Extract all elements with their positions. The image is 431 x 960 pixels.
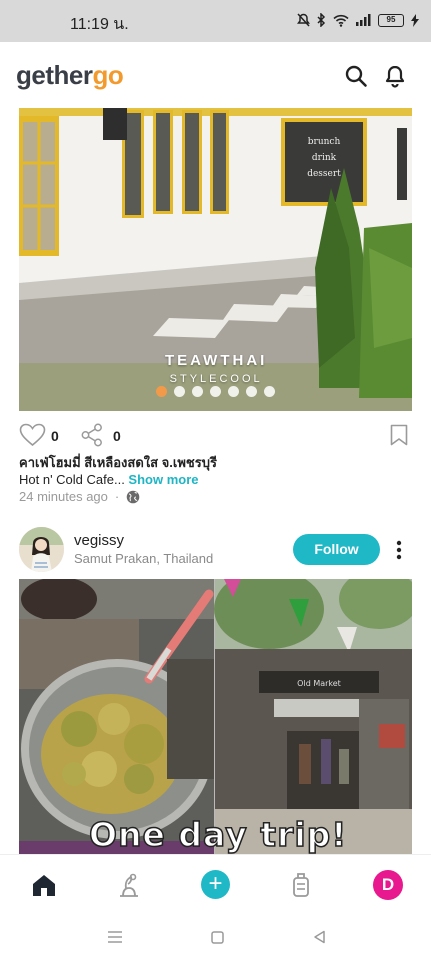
home-icon[interactable] bbox=[30, 871, 58, 899]
logo-text-go: go bbox=[92, 60, 124, 90]
status-time: 11:19 น. bbox=[70, 16, 129, 33]
carousel-dot[interactable] bbox=[264, 386, 275, 397]
bottom-nav: + D bbox=[0, 854, 431, 914]
trip-photo-collage: Old Market bbox=[19, 579, 412, 854]
watermark-line1: TEAWTHAI bbox=[165, 352, 268, 369]
post-image-collage[interactable]: Old Market One day trip! bbox=[19, 579, 412, 854]
status-bar: 11:19 น. 95 bbox=[0, 0, 431, 42]
share-count: 0 bbox=[113, 428, 121, 444]
post-actions: 0 0 bbox=[19, 421, 412, 451]
bluetooth-icon bbox=[317, 13, 326, 27]
signal-icon bbox=[356, 14, 371, 26]
bookmark-icon[interactable] bbox=[390, 424, 408, 446]
add-post-button[interactable]: + bbox=[201, 870, 230, 899]
battery-indicator: 95 bbox=[378, 13, 404, 27]
separator-dot: · bbox=[114, 489, 120, 504]
like-count: 0 bbox=[51, 428, 59, 444]
charging-icon bbox=[411, 13, 419, 27]
caption-line2: Hot n' Cold Cafe... bbox=[19, 472, 129, 487]
app-logo[interactable]: gethergo bbox=[16, 60, 124, 91]
svg-text:drink: drink bbox=[312, 153, 337, 163]
explore-icon[interactable] bbox=[115, 871, 143, 899]
carousel-dot[interactable] bbox=[246, 386, 257, 397]
profile-avatar[interactable]: D bbox=[373, 870, 403, 900]
carousel-dot[interactable] bbox=[174, 386, 185, 397]
status-icons: 95 bbox=[297, 13, 419, 27]
system-nav-bar bbox=[0, 914, 431, 960]
search-icon[interactable] bbox=[344, 64, 368, 88]
share-icon[interactable] bbox=[81, 423, 103, 447]
avatar-image bbox=[19, 527, 64, 572]
username[interactable]: vegissy bbox=[74, 532, 124, 549]
wifi-icon bbox=[333, 14, 349, 27]
carousel-dots bbox=[19, 386, 412, 397]
home-square-icon[interactable] bbox=[211, 931, 224, 944]
carousel-dot[interactable] bbox=[228, 386, 239, 397]
show-more-link[interactable]: Show more bbox=[128, 472, 198, 487]
carousel-dot[interactable] bbox=[192, 386, 203, 397]
caption-line1: คาเฟ่โฮมมี่ สีเหลืองสดใส จ.เพชรบุรี bbox=[19, 455, 217, 470]
back-triangle-icon[interactable] bbox=[313, 930, 326, 944]
post-timestamp: 24 minutes ago · bbox=[19, 489, 140, 504]
bell-icon[interactable] bbox=[383, 64, 407, 88]
app-header: gethergo bbox=[0, 42, 431, 108]
trips-luggage-icon[interactable] bbox=[287, 871, 315, 899]
globe-icon bbox=[126, 490, 140, 503]
user-avatar[interactable] bbox=[19, 527, 64, 572]
user-location[interactable]: Samut Prakan, Thailand bbox=[74, 551, 213, 566]
svg-text:dessert: dessert bbox=[307, 169, 341, 179]
image-caption-text: One day trip! bbox=[88, 814, 348, 854]
svg-text:brunch: brunch bbox=[308, 137, 341, 147]
svg-text:Old Market: Old Market bbox=[297, 679, 341, 688]
time-ago: 24 minutes ago bbox=[19, 489, 108, 504]
carousel-dot-active[interactable] bbox=[156, 386, 167, 397]
menu-icon[interactable] bbox=[108, 931, 122, 943]
mute-icon bbox=[297, 13, 310, 27]
post-image-carousel[interactable]: brunch drink dessert TEAWTHAI STYLECOOL bbox=[19, 108, 412, 411]
carousel-dot[interactable] bbox=[210, 386, 221, 397]
watermark-line2: STYLECOOL bbox=[169, 373, 263, 385]
logo-text-gether: gether bbox=[16, 60, 93, 90]
post-caption: คาเฟ่โฮมมี่ สีเหลืองสดใส จ.เพชรบุรี Hot … bbox=[19, 454, 414, 488]
follow-button[interactable]: Follow bbox=[293, 534, 380, 565]
image-watermark: TEAWTHAI STYLECOOL bbox=[165, 352, 267, 385]
more-options-icon[interactable] bbox=[391, 539, 407, 561]
like-heart-icon[interactable] bbox=[19, 423, 46, 447]
caption-line2-row: Hot n' Cold Cafe... Show more bbox=[19, 471, 414, 488]
